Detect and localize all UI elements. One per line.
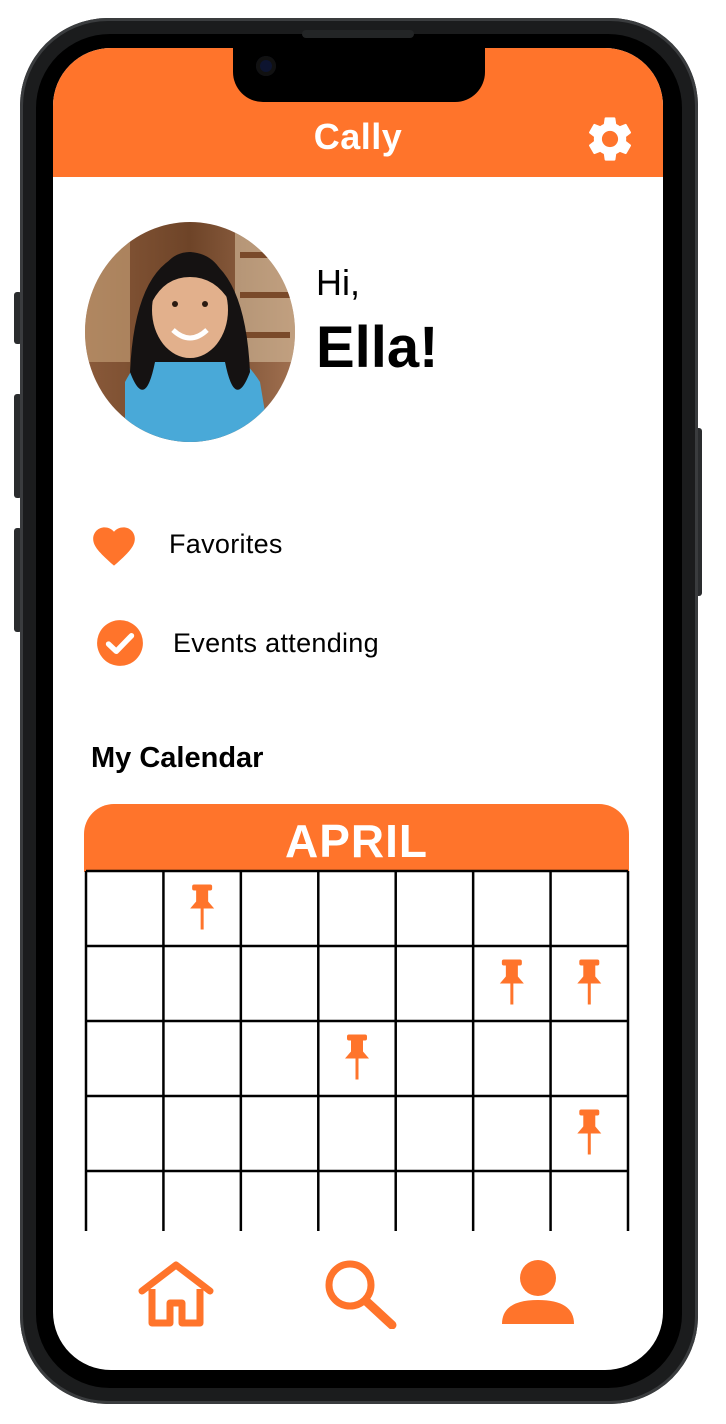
pushpin-icon[interactable] <box>577 959 602 1005</box>
app-title: Cally <box>313 116 403 157</box>
menu-item-favorites[interactable]: Favorites <box>89 514 283 574</box>
search-icon <box>325 1260 397 1329</box>
calendar-month-header: APRIL <box>84 804 629 872</box>
heart-icon <box>93 527 135 566</box>
calendar-month: APRIL <box>285 815 428 867</box>
nav-home-button[interactable] <box>131 1253 221 1333</box>
menu-item-label: Favorites <box>169 528 283 559</box>
nav-search-button[interactable] <box>315 1253 405 1333</box>
menu-item-label: Events attending <box>173 627 379 658</box>
pushpin-icon[interactable] <box>499 959 524 1005</box>
pushpin-icon[interactable] <box>345 1034 369 1080</box>
person-icon <box>502 1260 574 1324</box>
home-icon <box>138 1261 214 1327</box>
app-screen: Cally Hi, Ella! Favorites Events attendi… <box>53 48 663 1370</box>
user-name: Ella! <box>316 315 439 380</box>
gear-icon[interactable] <box>583 112 637 166</box>
front-camera <box>256 56 276 76</box>
speaker <box>302 30 414 38</box>
nav-profile-button[interactable] <box>493 1253 583 1333</box>
menu-item-events-attending[interactable]: Events attending <box>89 613 379 673</box>
greeting-text: Hi, <box>316 262 360 303</box>
calendar-section-title: My Calendar <box>91 742 264 774</box>
pushpin-icon[interactable] <box>190 884 215 930</box>
user-photo <box>85 222 295 442</box>
check-circle-icon <box>97 620 143 666</box>
pushpin-icon[interactable] <box>577 1109 602 1155</box>
